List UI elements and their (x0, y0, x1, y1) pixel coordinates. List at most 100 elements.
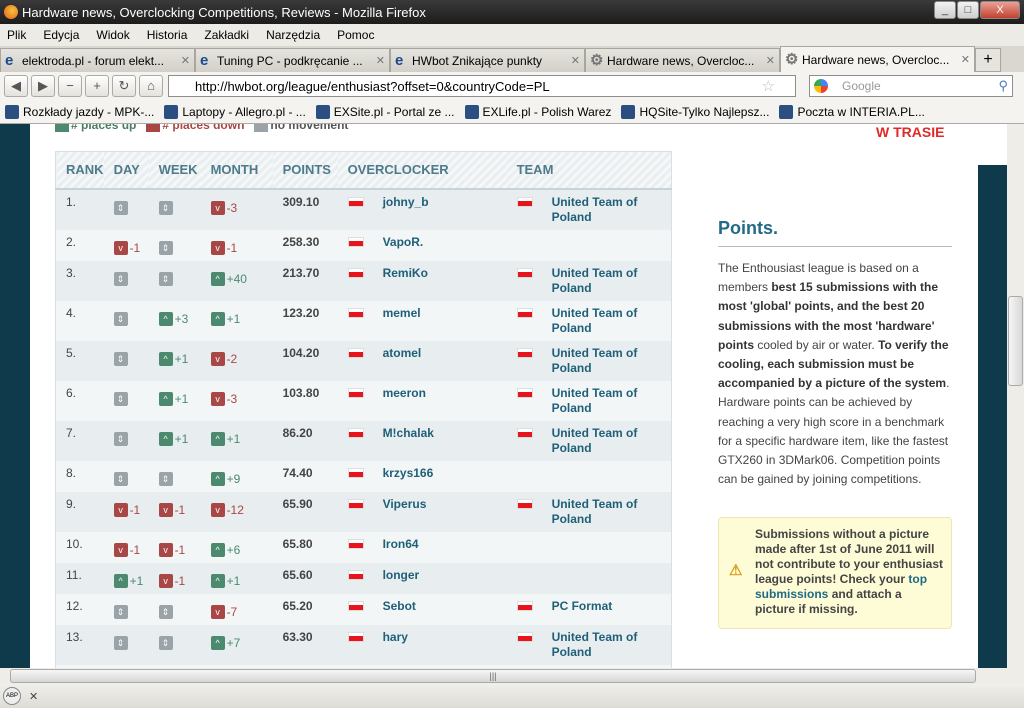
tab-close-icon[interactable]: ✕ (571, 54, 580, 67)
menu-item[interactable]: Zakładki (204, 28, 249, 42)
browser-tab[interactable]: ⚙ Hardware news, Overcloc... ✕ (780, 46, 975, 72)
horizontal-scrollbar[interactable]: ||| (0, 668, 1024, 684)
overclocker-link[interactable]: Iron64 (383, 537, 419, 552)
ie-page-icon: e (200, 51, 209, 69)
team-link[interactable]: United Team of Poland (552, 346, 647, 376)
team-link[interactable]: PC Format (552, 599, 647, 614)
overclocker-link[interactable]: M!chalak (383, 426, 434, 441)
tab-close-icon[interactable]: ✕ (376, 54, 385, 67)
bookmark-star-icon[interactable]: ☆ (762, 77, 775, 95)
month-cell: ^ +1 (201, 563, 273, 594)
team-link[interactable]: United Team of Poland (552, 426, 647, 456)
hscroll-thumb[interactable]: ||| (10, 669, 976, 683)
column-header[interactable]: RANK (55, 151, 104, 190)
menu-item[interactable]: Widok (96, 28, 129, 42)
browser-tab[interactable]: e elektroda.pl - forum elekt... ✕ (0, 48, 195, 72)
scroll-thumb[interactable] (1008, 296, 1023, 386)
firefox-icon (4, 5, 18, 19)
hwbot-icon: ⚙ (785, 50, 799, 68)
overclocker-link[interactable]: Viperus (383, 497, 427, 512)
search-box[interactable]: Google ⚲ (809, 75, 1013, 97)
overclocker-link[interactable]: RemiKo (383, 266, 428, 281)
column-header[interactable]: DAY (103, 151, 149, 190)
column-header[interactable]: MONTH (200, 151, 273, 190)
day-cell: ^ +1 (104, 563, 149, 594)
column-header[interactable]: TEAM (506, 151, 672, 190)
overclocker-link[interactable]: atomel (383, 346, 422, 361)
overclocker-link[interactable]: memel (383, 306, 421, 321)
page-viewport: # places up # places down no movement RA… (0, 124, 1007, 668)
team-link[interactable]: United Team of Poland (552, 386, 647, 416)
menu-item[interactable]: Edycja (43, 28, 79, 42)
movement-value: -12 (226, 502, 244, 517)
overclocker-link[interactable]: hary (383, 630, 408, 645)
adblock-icon[interactable]: ABP (3, 687, 21, 705)
overclocker-link[interactable]: VapoR. (383, 235, 424, 250)
bookmark-item[interactable]: HQSite-Tylko Najlepsz... (621, 104, 769, 119)
bookmark-item[interactable]: Rozkłady jazdy - MPK-... (5, 104, 154, 119)
overclocker-link[interactable]: Sebot (383, 599, 416, 614)
new-tab-button[interactable]: + (975, 48, 1001, 72)
column-header[interactable]: WEEK (148, 151, 201, 190)
overclocker-cell: Viperus (338, 492, 507, 532)
movement-none-icon: ⇕ (158, 605, 173, 620)
banner-ad[interactable]: W TRASIE (718, 124, 1007, 165)
bookmark-favicon-icon (621, 104, 636, 119)
tab-label: Tuning PC - podkręcanie ... (217, 53, 363, 68)
browser-tab[interactable]: e Tuning PC - podkręcanie ... ✕ (195, 48, 390, 72)
overclocker-link[interactable]: meeron (383, 386, 426, 401)
browser-tab[interactable]: ⚙ Hardware news, Overcloc... ✕ (585, 48, 780, 72)
maximize-button[interactable]: □ (957, 1, 979, 19)
back-button[interactable]: ◀ (4, 75, 28, 97)
team-link[interactable]: United Team of Poland (552, 306, 647, 336)
banner-text: W TRASIE (876, 124, 945, 140)
overclocker-link[interactable]: johny_b (383, 195, 429, 210)
movement-up-icon: ^ (210, 574, 225, 589)
overclocker-link[interactable]: longer (383, 568, 420, 583)
bookmark-item[interactable]: EXLife.pl - Polish Warez (464, 104, 612, 119)
team-cell (507, 461, 672, 492)
column-header[interactable]: POINTS (272, 151, 338, 190)
forward-button[interactable]: ▶ (31, 75, 55, 97)
day-cell: ⇕ (104, 594, 149, 625)
bookmark-item[interactable]: Laptopy - Allegro.pl - ... (164, 104, 306, 119)
team-link[interactable]: United Team of Poland (552, 497, 647, 527)
team-link[interactable]: United Team of Poland (552, 630, 647, 660)
close-window-button[interactable]: X (980, 1, 1020, 19)
menu-item[interactable]: Historia (147, 28, 188, 42)
legend-none: no movement (270, 124, 349, 132)
column-header[interactable]: OVERCLOCKER (337, 151, 507, 190)
team-link[interactable]: United Team of Poland (552, 195, 647, 225)
bookmark-item[interactable]: EXSite.pl - Portal ze ... (315, 104, 455, 119)
movement-value: +1 (226, 573, 241, 588)
url-bar[interactable]: http://hwbot.org/league/enthusiast?offse… (168, 75, 796, 97)
zoom-in-button[interactable]: + (85, 75, 109, 97)
movement-none-icon: ⇕ (113, 605, 128, 620)
search-icon[interactable]: ⚲ (998, 78, 1008, 94)
reload-button[interactable]: ↻ (112, 75, 136, 97)
tab-close-icon[interactable]: ✕ (766, 54, 775, 67)
week-cell: ⇕ (149, 189, 201, 230)
week-cell: v-1 (149, 563, 201, 594)
close-addon-bar-icon[interactable]: ✕ (29, 690, 38, 703)
zoom-out-button[interactable]: − (58, 75, 82, 97)
menu-item[interactable]: Narzędzia (266, 28, 320, 42)
team-link[interactable]: United Team of Poland (552, 266, 647, 296)
overclocker-cell: M!chalak (338, 421, 507, 461)
table-row: 8. ⇕ ⇕ ^ +9 74.40 krzys166 (55, 460, 672, 492)
browser-tab[interactable]: e HWbot Znikające punkty ✕ (390, 48, 585, 72)
tab-close-icon[interactable]: ✕ (961, 53, 970, 66)
movement-value: +1 (129, 573, 144, 588)
bookmark-label: EXLife.pl - Polish Warez (482, 104, 612, 119)
tab-close-icon[interactable]: ✕ (181, 54, 190, 67)
bookmark-item[interactable]: Poczta w INTERIA.PL... (779, 104, 925, 119)
menu-item[interactable]: Pomoc (337, 28, 374, 42)
vertical-scrollbar[interactable] (1007, 124, 1024, 668)
home-button[interactable]: ⌂ (139, 75, 163, 97)
minimize-button[interactable]: _ (934, 1, 956, 19)
overclocker-link[interactable]: krzys166 (383, 466, 434, 481)
menu-item[interactable]: Plik (7, 28, 26, 42)
picture-warning: ⚠ Submissions without a picture made aft… (718, 517, 952, 629)
rank-cell: 9. (66, 496, 77, 511)
month-cell: v -2 (201, 341, 273, 381)
